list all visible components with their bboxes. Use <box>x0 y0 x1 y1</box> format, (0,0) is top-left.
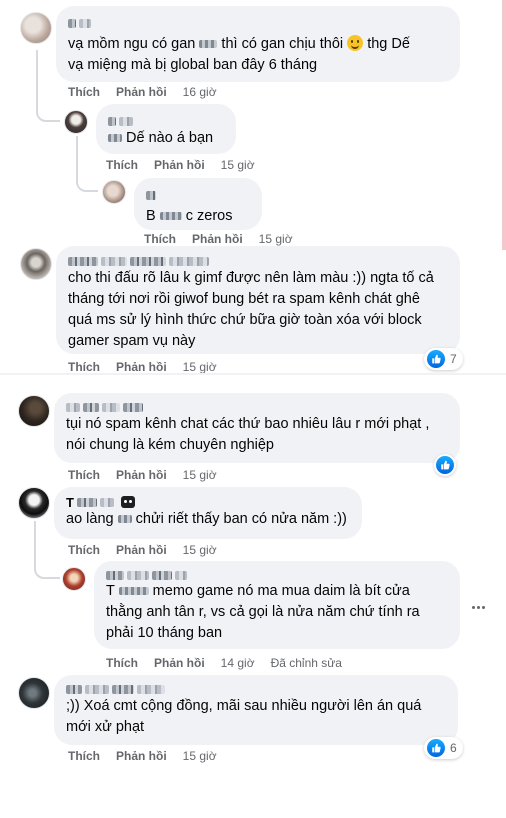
comments-panel-top: vạ mồm ngu có gan thì có gan chịu thôi t… <box>0 0 506 374</box>
comment-text: cho thi đấu rõ lâu k gimf được nên làm m… <box>68 270 434 349</box>
comment-author[interactable] <box>146 186 250 204</box>
comment-actions: Thích Phản hồi 16 giờ <box>68 84 217 100</box>
comment-bubble: Dế nào á bạn <box>96 104 236 154</box>
thread-line <box>34 555 60 579</box>
comment-actions: Thích Phản hồi 15 giờ <box>68 748 217 764</box>
comment-text: B c zeros <box>146 208 233 224</box>
like-reaction-icon <box>436 456 454 474</box>
reaction-summary[interactable] <box>434 454 456 476</box>
timestamp[interactable]: 15 giờ <box>221 157 255 173</box>
comment-bubble: vạ mồm ngu có gan thì có gan chịu thôi t… <box>56 6 460 82</box>
reply-button[interactable]: Phản hồi <box>116 467 167 483</box>
grinning-face-emoji <box>347 35 364 51</box>
reaction-summary[interactable]: 7 <box>424 348 463 370</box>
comment-text: Dế nào á bạn <box>108 128 224 149</box>
avatar[interactable] <box>18 487 50 519</box>
reply-button[interactable]: Phản hồi <box>192 231 243 247</box>
reaction-summary[interactable]: 6 <box>424 737 463 759</box>
more-dots-icon <box>471 605 475 609</box>
avatar[interactable] <box>62 567 86 591</box>
like-button[interactable]: Thích <box>144 231 176 247</box>
comment-text: ao làng chửi riết thấy ban có nửa năm :)… <box>66 511 347 527</box>
more-options-button[interactable] <box>466 595 490 619</box>
comment-text: T memo game nó ma mua daim là bít cửa th… <box>106 583 420 641</box>
comment-text: tụi nó spam kênh chat các thứ bao nhiêu … <box>66 416 430 453</box>
comment-actions: Thích Phản hồi 15 giờ <box>68 542 217 558</box>
reaction-count: 6 <box>450 741 457 755</box>
timestamp[interactable]: 15 giờ <box>183 748 217 764</box>
avatar[interactable] <box>18 677 50 709</box>
comment-bubble: T memo game nó ma mua daim là bít cửa th… <box>94 561 460 649</box>
like-button[interactable]: Thích <box>106 157 138 173</box>
comment-bubble: B c zeros <box>134 178 262 230</box>
reply-button[interactable]: Phản hồi <box>116 748 167 764</box>
reply-button[interactable]: Phản hồi <box>116 542 167 558</box>
reaction-count: 7 <box>450 352 457 366</box>
comment-actions: Thích Phản hồi 15 giờ <box>68 467 217 483</box>
timestamp[interactable]: 15 giờ <box>183 542 217 558</box>
like-button[interactable]: Thích <box>106 655 138 671</box>
comment-author[interactable]: T <box>66 495 350 510</box>
comments-panel-bottom: tụi nó spam kênh chat các thứ bao nhiêu … <box>0 375 502 768</box>
comment-text: vạ mồm ngu có gan thì có gan chịu thôi t… <box>68 35 410 73</box>
comment-actions: Thích Phản hồi 14 giờ Đã chỉnh sửa <box>106 655 342 671</box>
reply-button[interactable]: Phản hồi <box>154 157 205 173</box>
comment-author[interactable] <box>66 683 446 695</box>
avatar[interactable] <box>20 248 52 280</box>
comment-author[interactable] <box>66 401 448 413</box>
like-reaction-icon <box>427 350 445 368</box>
comment-bubble: T ao làng chửi riết thấy ban có nửa năm … <box>54 487 362 539</box>
comment-bubble: tụi nó spam kênh chat các thứ bao nhiêu … <box>54 393 460 463</box>
comment-actions: Thích Phản hồi 15 giờ <box>106 157 255 173</box>
comment-author[interactable] <box>68 254 448 268</box>
reply-button[interactable]: Phản hồi <box>154 655 205 671</box>
comment-author[interactable] <box>106 569 448 581</box>
like-button[interactable]: Thích <box>68 84 100 100</box>
comment-author[interactable] <box>68 14 448 32</box>
avatar[interactable] <box>18 395 50 427</box>
like-button[interactable]: Thích <box>68 467 100 483</box>
thread-line <box>36 100 60 122</box>
avatar[interactable] <box>64 110 88 134</box>
comment-bubble: cho thi đấu rõ lâu k gimf được nên làm m… <box>56 246 460 354</box>
comment-bubble: ;)) Xoá cmt cộng đồng, mãi sau nhiều ngư… <box>54 675 458 745</box>
edited-label: Đã chỉnh sửa <box>270 656 342 670</box>
avatar[interactable] <box>20 12 52 44</box>
comment-text: ;)) Xoá cmt cộng đồng, mãi sau nhiều ngư… <box>66 698 422 735</box>
timestamp[interactable]: 15 giờ <box>183 467 217 483</box>
like-button[interactable]: Thích <box>68 748 100 764</box>
reply-button[interactable]: Phản hồi <box>116 84 167 100</box>
timestamp[interactable]: 16 giờ <box>183 84 217 100</box>
timestamp[interactable]: 15 giờ <box>259 231 293 247</box>
avatar[interactable] <box>102 180 126 204</box>
thread-line <box>76 176 98 192</box>
comment-actions: Thích Phản hồi 15 giờ <box>144 231 293 247</box>
scrollbar[interactable] <box>502 0 506 250</box>
timestamp[interactable]: 14 giờ <box>221 655 255 671</box>
badge-icon <box>120 496 135 508</box>
like-button[interactable]: Thích <box>68 542 100 558</box>
like-reaction-icon <box>427 739 445 757</box>
